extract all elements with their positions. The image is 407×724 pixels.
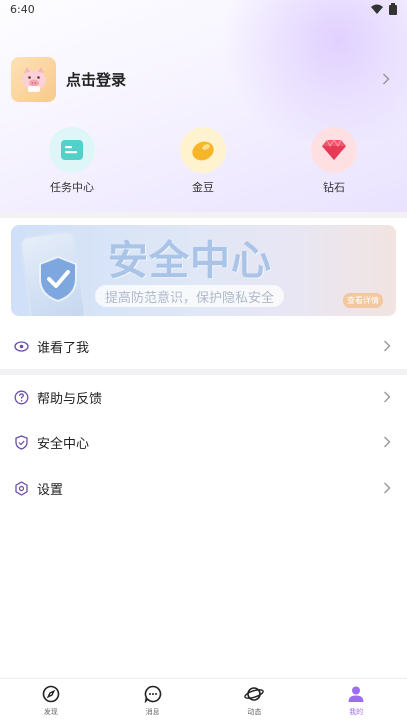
banner-title: 安全中心 bbox=[108, 238, 272, 284]
diamond-icon-wrap bbox=[311, 127, 357, 173]
chevron-right-icon bbox=[384, 340, 391, 352]
diamond-button[interactable]: 钻石 bbox=[311, 127, 357, 197]
task-center-icon bbox=[61, 140, 83, 160]
chevron-right-icon bbox=[384, 436, 391, 448]
shield-check-icon bbox=[39, 255, 77, 303]
help-feedback-label: 帮助与反馈 bbox=[37, 391, 103, 407]
menu-item-settings[interactable]: 设置 bbox=[0, 466, 407, 510]
security-banner[interactable]: 安全中心 提高防范意识，保护隐私安全 查看详情 bbox=[11, 225, 396, 316]
tab-discover-label: 发现 bbox=[43, 708, 58, 716]
eye-icon bbox=[14, 339, 29, 354]
wifi-icon bbox=[371, 4, 383, 14]
diamond-label: 钻石 bbox=[323, 181, 345, 194]
gear-icon bbox=[14, 480, 29, 496]
tab-messages-label: 消息 bbox=[145, 708, 160, 716]
avatar[interactable] bbox=[11, 56, 56, 102]
gold-bean-icon-wrap bbox=[180, 127, 226, 173]
bottom-tab-bar: 发现 消息 动态 我的 bbox=[0, 678, 407, 724]
gold-bean-button[interactable]: 金豆 bbox=[180, 127, 226, 197]
tab-moments[interactable]: 动态 bbox=[204, 679, 306, 724]
settings-label: 设置 bbox=[37, 482, 64, 498]
tab-moments-label: 动态 bbox=[247, 708, 262, 716]
login-label[interactable]: 点击登录 bbox=[66, 69, 126, 90]
banner-details-button[interactable]: 查看详情 bbox=[343, 293, 383, 308]
diamond-icon bbox=[322, 139, 346, 160]
gold-bean-label: 金豆 bbox=[192, 181, 214, 194]
chevron-right-icon bbox=[384, 391, 391, 403]
asset-shortcuts: 任务中心 金豆 钻石 bbox=[0, 127, 407, 197]
status-icons bbox=[371, 3, 397, 15]
chevron-right-icon bbox=[384, 482, 391, 494]
who-viewed-label: 谁看了我 bbox=[37, 340, 90, 356]
battery-icon bbox=[389, 3, 397, 15]
menu-item-help-feedback[interactable]: 帮助与反馈 bbox=[0, 375, 407, 419]
question-icon bbox=[14, 390, 29, 405]
pig-avatar-icon bbox=[21, 67, 46, 92]
shield-icon bbox=[14, 434, 29, 450]
tab-discover[interactable]: 发现 bbox=[0, 679, 102, 724]
security-center-label: 安全中心 bbox=[37, 436, 90, 452]
tab-me-label: 我的 bbox=[349, 708, 364, 716]
login-row[interactable]: 点击登录 bbox=[11, 56, 396, 102]
gold-bean-icon bbox=[192, 141, 214, 161]
task-center-icon-wrap bbox=[49, 127, 95, 173]
banner-subtitle: 提高防范意识，保护隐私安全 bbox=[95, 285, 285, 307]
chat-bubble-icon bbox=[144, 685, 161, 703]
menu-item-who-viewed[interactable]: 谁看了我 bbox=[0, 324, 407, 368]
task-center-button[interactable]: 任务中心 bbox=[49, 127, 95, 197]
status-time: 6:40 bbox=[10, 2, 35, 16]
menu-item-security-center[interactable]: 安全中心 bbox=[0, 420, 407, 464]
compass-icon bbox=[42, 685, 60, 703]
tab-messages[interactable]: 消息 bbox=[102, 679, 204, 724]
tab-me[interactable]: 我的 bbox=[305, 679, 407, 724]
section-divider bbox=[0, 212, 407, 218]
task-center-label: 任务中心 bbox=[50, 181, 94, 194]
status-bar: 6:40 bbox=[0, 0, 407, 18]
chevron-right-icon bbox=[382, 73, 390, 85]
planet-icon bbox=[244, 687, 265, 701]
person-icon bbox=[348, 686, 364, 702]
